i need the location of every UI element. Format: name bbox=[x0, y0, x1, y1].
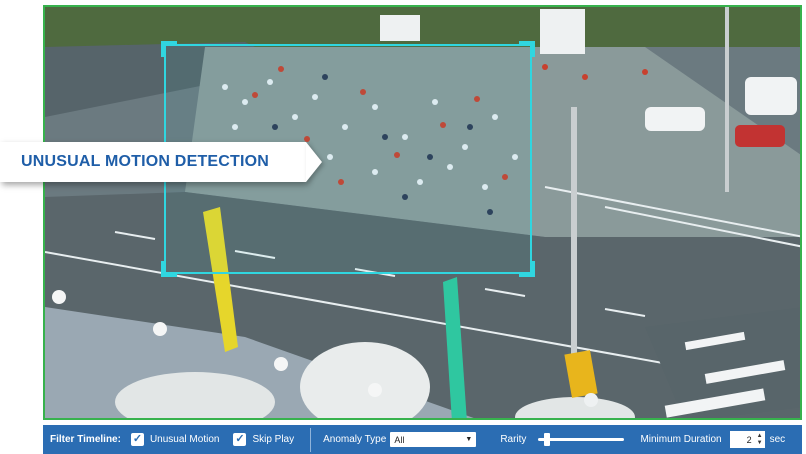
duration-spinner[interactable]: ▲ ▼ bbox=[757, 431, 763, 448]
filter-divider bbox=[310, 427, 312, 452]
minimum-duration-label: Minimum Duration bbox=[640, 434, 722, 445]
box-corner-bottom-left bbox=[161, 261, 177, 277]
rarity-slider-track[interactable] bbox=[538, 438, 625, 441]
box-corner-bottom-right bbox=[519, 261, 535, 277]
anomaly-type-label: Anomaly Type bbox=[323, 434, 387, 445]
video-feed[interactable] bbox=[43, 5, 802, 420]
rarity-label: Rarity bbox=[500, 434, 527, 445]
callout-arrow bbox=[306, 142, 322, 182]
rarity-slider[interactable] bbox=[538, 433, 625, 446]
dropdown-arrow-icon: ▼ bbox=[465, 436, 473, 443]
spinner-down-icon[interactable]: ▼ bbox=[757, 440, 763, 447]
skip-play-label: Skip Play bbox=[252, 434, 295, 445]
box-corner-top-right bbox=[519, 41, 535, 57]
anomaly-type-value: All bbox=[394, 434, 405, 445]
checkbox-check-icon[interactable]: ✓ bbox=[233, 433, 247, 446]
filter-timeline-title: Filter Timeline: bbox=[50, 434, 121, 445]
minimum-duration-control: Minimum Duration 2 ▲ ▼ sec bbox=[640, 431, 785, 448]
skip-play-checkbox[interactable]: ✓ Skip Play bbox=[233, 433, 294, 446]
checkbox-check-icon[interactable]: ✓ bbox=[130, 433, 144, 446]
unusual-motion-checkbox[interactable]: ✓ Unusual Motion bbox=[130, 433, 220, 446]
anomaly-type-select[interactable]: All ▼ bbox=[390, 432, 477, 447]
filter-timeline-bar: Filter Timeline: ✓ Unusual Motion ✓ Skip… bbox=[43, 425, 802, 454]
callout-label: UNUSUAL MOTION DETECTION bbox=[21, 153, 270, 170]
minimum-duration-value[interactable]: 2 bbox=[747, 435, 752, 445]
rarity-slider-thumb[interactable] bbox=[544, 433, 551, 446]
spinner-up-icon[interactable]: ▲ bbox=[757, 433, 763, 440]
unusual-motion-label: Unusual Motion bbox=[149, 434, 220, 445]
rarity-control: Rarity bbox=[500, 433, 625, 446]
box-corner-top-left bbox=[161, 41, 177, 57]
minimum-duration-unit: sec bbox=[769, 434, 786, 445]
unusual-motion-callout: UNUSUAL MOTION DETECTION bbox=[0, 142, 306, 182]
minimum-duration-input[interactable]: 2 ▲ ▼ bbox=[729, 431, 765, 448]
